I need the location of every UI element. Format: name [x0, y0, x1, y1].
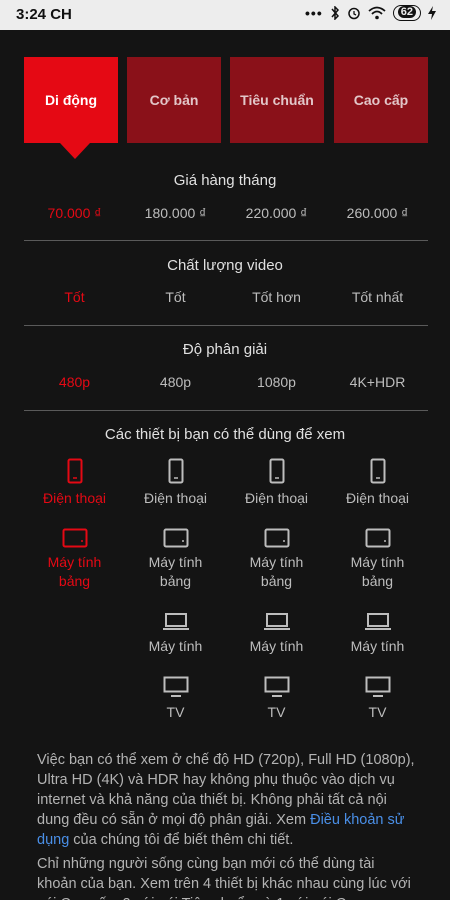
battery-level: 62 — [397, 6, 416, 18]
divider — [24, 325, 428, 326]
quality-value: Tốt hơn — [252, 289, 301, 305]
resolution-row: 480p 480p 1080p 4K+HDR — [24, 374, 428, 390]
price-value: 260.000 ₫ — [346, 205, 409, 221]
bluetooth-icon — [331, 6, 339, 20]
phone-icon — [168, 458, 183, 484]
device-label: Điện thoại — [244, 490, 309, 506]
disclaimer-paragraph: Việc bạn có thể xem ở chế độ HD (720p), … — [37, 750, 417, 850]
device-label: Máy tính — [47, 554, 102, 570]
selected-plan-indicator — [60, 143, 90, 159]
quality-row: Tốt Tốt Tốt hơn Tốt nhất — [24, 289, 428, 305]
device-tablet: Máy tính bảng — [327, 528, 428, 591]
plan-tab-basic[interactable]: Cơ bản — [127, 57, 221, 143]
device-tablet: Máy tính bảng — [24, 528, 125, 591]
device-label: Điện thoại — [345, 490, 410, 506]
device-label: TV — [267, 704, 286, 720]
device-label: Máy tính — [148, 638, 203, 654]
device-tv: TV — [226, 676, 327, 722]
device-phone: Điện thoại — [125, 458, 226, 508]
device-label: TV — [368, 704, 387, 720]
device-computer: Máy tính — [125, 612, 226, 656]
price-title: Giá hàng tháng — [173, 172, 277, 189]
device-label: bảng — [361, 573, 394, 589]
status-time: 3:24 CH — [16, 6, 72, 23]
device-label: bảng — [58, 573, 91, 589]
device-label: Máy tính — [148, 554, 203, 570]
laptop-icon — [263, 613, 290, 630]
device-label: Máy tính — [249, 638, 304, 654]
tv-icon — [365, 676, 390, 697]
resolution-value: 480p — [159, 374, 192, 390]
price-value: 70.000 ₫ — [47, 205, 102, 221]
device-label: bảng — [260, 573, 293, 589]
resolution-title: Độ phân giải — [182, 341, 268, 358]
device-label: Máy tính — [350, 638, 405, 654]
status-bar: 3:24 CH ••• 62 — [0, 0, 450, 30]
phone-icon — [370, 458, 385, 484]
laptop-icon — [364, 613, 391, 630]
battery-icon: 62 — [392, 5, 421, 21]
phone-icon — [67, 458, 82, 484]
device-tablet: Máy tính bảng — [226, 528, 327, 591]
more-notifications-icon: ••• — [305, 5, 323, 21]
device-computer: Máy tính — [327, 612, 428, 656]
laptop-icon — [162, 613, 189, 630]
device-computer: Máy tính — [226, 612, 327, 656]
quality-value: Tốt — [165, 289, 186, 305]
sharing-paragraph: Chỉ những người sống cùng bạn mới có thể… — [37, 856, 411, 900]
quality-value: Tốt nhất — [351, 289, 404, 305]
devices-grid: Điện thoại Điện thoại Điện thoại Điện th… — [24, 458, 428, 730]
disclaimer-text: của chúng tôi để biết thêm chi tiết. — [69, 832, 294, 848]
tablet-icon — [163, 528, 188, 548]
tablet-icon — [62, 528, 87, 548]
plan-tab-mobile[interactable]: Di động — [24, 57, 118, 143]
device-phone: Điện thoại — [24, 458, 125, 508]
device-tv: TV — [125, 676, 226, 722]
device-label: Máy tính — [249, 554, 304, 570]
price-row: 70.000 ₫ 180.000 ₫ 220.000 ₫ 260.000 ₫ — [24, 205, 428, 221]
plan-tab-standard[interactable]: Tiêu chuẩn — [230, 57, 324, 143]
device-tablet: Máy tính bảng — [125, 528, 226, 591]
wifi-icon — [368, 6, 386, 20]
device-label: bảng — [159, 573, 192, 589]
plan-tab-premium[interactable]: Cao cấp — [334, 57, 428, 143]
device-phone: Điện thoại — [327, 458, 428, 508]
status-icons: ••• 62 — [305, 5, 436, 21]
resolution-value: 1080p — [257, 374, 296, 390]
device-label: Điện thoại — [143, 490, 208, 506]
tablet-icon — [365, 528, 390, 548]
price-value: 220.000 ₫ — [245, 205, 308, 221]
tv-icon — [163, 676, 188, 697]
tablet-icon — [264, 528, 289, 548]
alarm-icon — [348, 7, 360, 20]
device-label: Điện thoại — [42, 490, 107, 506]
price-value: 180.000 ₫ — [144, 205, 207, 221]
device-tv: TV — [327, 676, 428, 722]
plan-tabs: Di động Cơ bản Tiêu chuẩn Cao cấp — [24, 57, 428, 159]
charging-icon — [428, 6, 436, 20]
resolution-value: 480p — [58, 374, 91, 390]
phone-icon — [269, 458, 284, 484]
device-label: Máy tính — [350, 554, 405, 570]
quality-value: Tốt — [64, 289, 85, 305]
divider — [24, 240, 428, 241]
tv-icon — [264, 676, 289, 697]
device-label: TV — [166, 704, 185, 720]
device-phone: Điện thoại — [226, 458, 327, 508]
divider — [24, 410, 428, 411]
quality-title: Chất lượng video — [167, 257, 283, 274]
devices-title: Các thiết bị bạn có thể dùng để xem — [104, 426, 346, 443]
resolution-value: 4K+HDR — [349, 374, 406, 390]
